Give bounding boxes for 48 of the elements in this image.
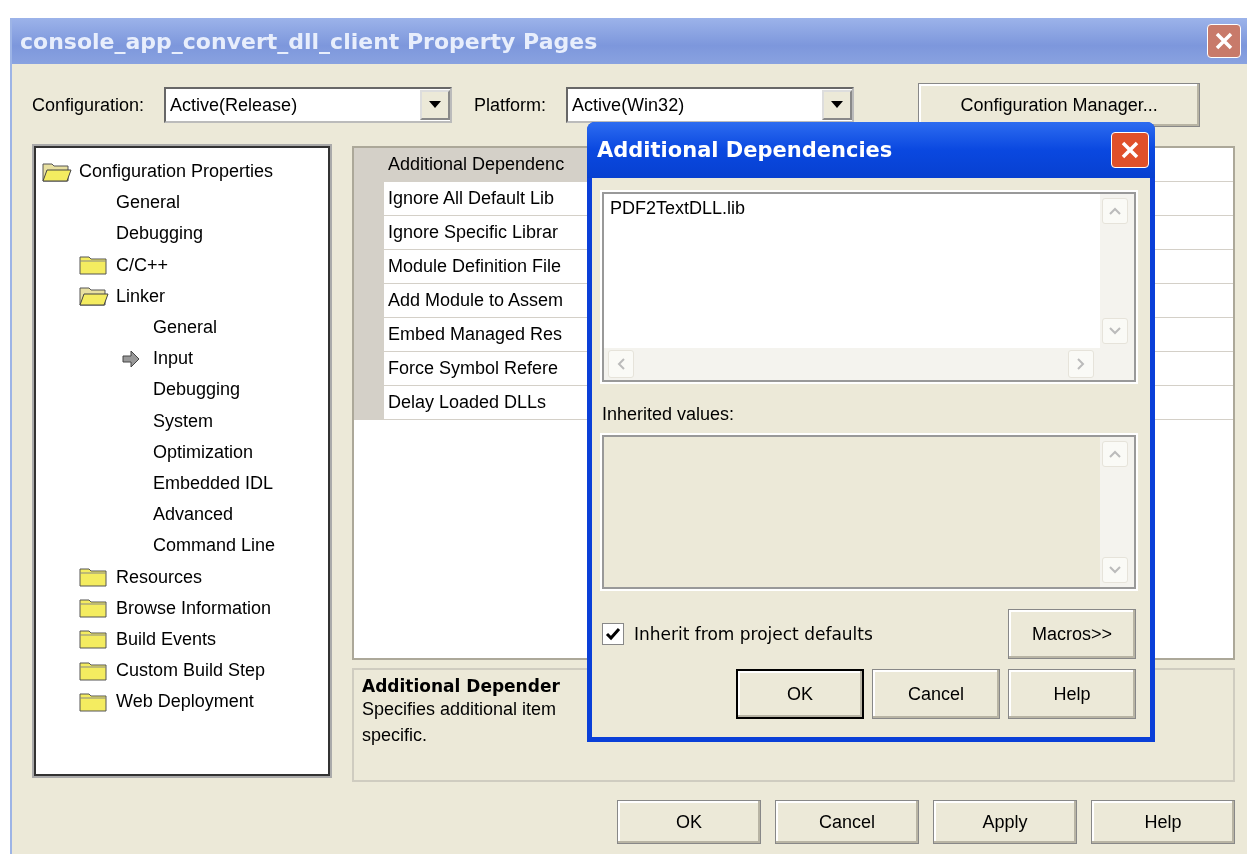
tree-item[interactable]: Debugging (114, 223, 206, 245)
tree-item[interactable]: Browse Information (114, 597, 274, 619)
tree-item[interactable]: System (151, 410, 215, 432)
configuration-label: Configuration: (32, 94, 145, 116)
tree-item[interactable]: Web Deployment (114, 691, 256, 713)
configuration-dropdown[interactable]: Active(Release) (164, 87, 453, 123)
description-text: Specifies additional item specific. (362, 698, 557, 747)
dialog-button[interactable]: Apply (933, 800, 1077, 844)
dependencies-text-area[interactable]: PDF2TextDLL.lib (602, 192, 1136, 382)
tree-item[interactable]: Command Line (151, 535, 278, 557)
close-button[interactable] (1111, 132, 1149, 168)
window-title: console_app_convert_dll_client Property Pages (20, 28, 598, 54)
dialog-button[interactable]: OK (736, 669, 864, 719)
dialog-button[interactable]: OK (617, 800, 761, 844)
scroll-down-icon[interactable] (1102, 557, 1128, 583)
tree-item[interactable]: General (114, 192, 183, 214)
close-icon (1213, 30, 1235, 52)
dialog-button[interactable]: Cancel (872, 669, 1000, 719)
tree-item[interactable]: Configuration Properties (77, 161, 276, 183)
macros-button[interactable]: Macros>> (1008, 609, 1136, 659)
tree-item[interactable]: General (151, 317, 220, 339)
tree-item[interactable]: Optimization (151, 441, 256, 463)
close-button[interactable] (1207, 24, 1241, 58)
tree-item[interactable]: Build Events (114, 628, 219, 650)
dialog-button[interactable]: Help (1091, 800, 1235, 844)
tree-item[interactable]: Embedded IDL (151, 472, 276, 494)
close-icon (1119, 139, 1141, 161)
description-title: Additional Depender (362, 676, 560, 696)
checkbox[interactable] (602, 623, 624, 645)
platform-dropdown[interactable]: Active(Win32) (566, 87, 855, 123)
scroll-right-icon[interactable] (1068, 350, 1094, 378)
scroll-down-icon[interactable] (1102, 318, 1128, 344)
tree-item[interactable]: Input (151, 348, 196, 370)
tree-item[interactable]: Linker (114, 285, 168, 307)
tree-item[interactable]: C/C++ (114, 254, 171, 276)
scroll-left-icon[interactable] (608, 350, 634, 378)
tree-item[interactable]: Resources (114, 566, 205, 588)
scroll-up-icon[interactable] (1102, 441, 1128, 467)
dialog-button[interactable]: Cancel (775, 800, 919, 844)
configuration-manager-button[interactable]: Configuration Manager... (918, 83, 1201, 127)
tree-item[interactable]: Custom Build Step (114, 660, 268, 682)
tree-item[interactable]: Debugging (151, 379, 243, 401)
scroll-up-icon[interactable] (1102, 198, 1128, 224)
platform-label: Platform: (474, 94, 547, 116)
checkbox-label[interactable]: Inherit from project defaults (634, 624, 873, 644)
tree-item[interactable]: Advanced (151, 504, 236, 526)
arrow-icon (121, 348, 141, 369)
dialog-button[interactable]: Help (1008, 669, 1136, 719)
